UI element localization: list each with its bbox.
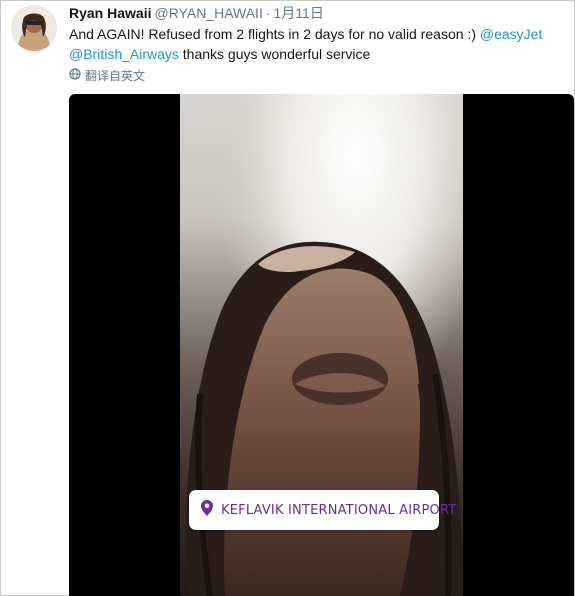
- tweet-card: Ryan Hawaii @RYAN_HAWAII · 1月11日 And AGAIN!…: [0, 0, 575, 596]
- tweet-text: And AGAIN! Refused from 2 flights in 2 d…: [69, 24, 564, 64]
- user-handle[interactable]: @RYAN_HAWAII: [154, 5, 262, 21]
- display-name[interactable]: Ryan Hawaii: [69, 5, 151, 21]
- tweet-text-intro: And AGAIN! Refused from 2 flights in 2 d…: [69, 26, 480, 42]
- location-sticker: KEFLAVIK INTERNATIONAL AIRPORT: [189, 490, 456, 530]
- header-separator: ·: [265, 5, 271, 21]
- tweet-date[interactable]: 1月11日: [274, 5, 324, 21]
- video-player[interactable]: KEFLAVIK INTERNATIONAL AIRPORT: [69, 94, 574, 596]
- avatar-image: [11, 5, 57, 51]
- mention-british-airways[interactable]: @British_Airways: [69, 46, 179, 62]
- location-pin-icon: [201, 499, 213, 521]
- translate-link[interactable]: 翻译自英文: [69, 68, 145, 84]
- tweet-header: Ryan Hawaii @RYAN_HAWAII · 1月11日: [69, 5, 324, 22]
- location-label: KEFLAVIK INTERNATIONAL AIRPORT: [221, 502, 457, 518]
- mention-easyjet[interactable]: @easyJet: [480, 26, 542, 42]
- avatar[interactable]: [11, 5, 57, 51]
- tweet-text-outro: thanks guys wonderful service: [178, 46, 371, 62]
- globe-icon: [69, 68, 81, 84]
- translate-label: 翻译自英文: [85, 69, 146, 83]
